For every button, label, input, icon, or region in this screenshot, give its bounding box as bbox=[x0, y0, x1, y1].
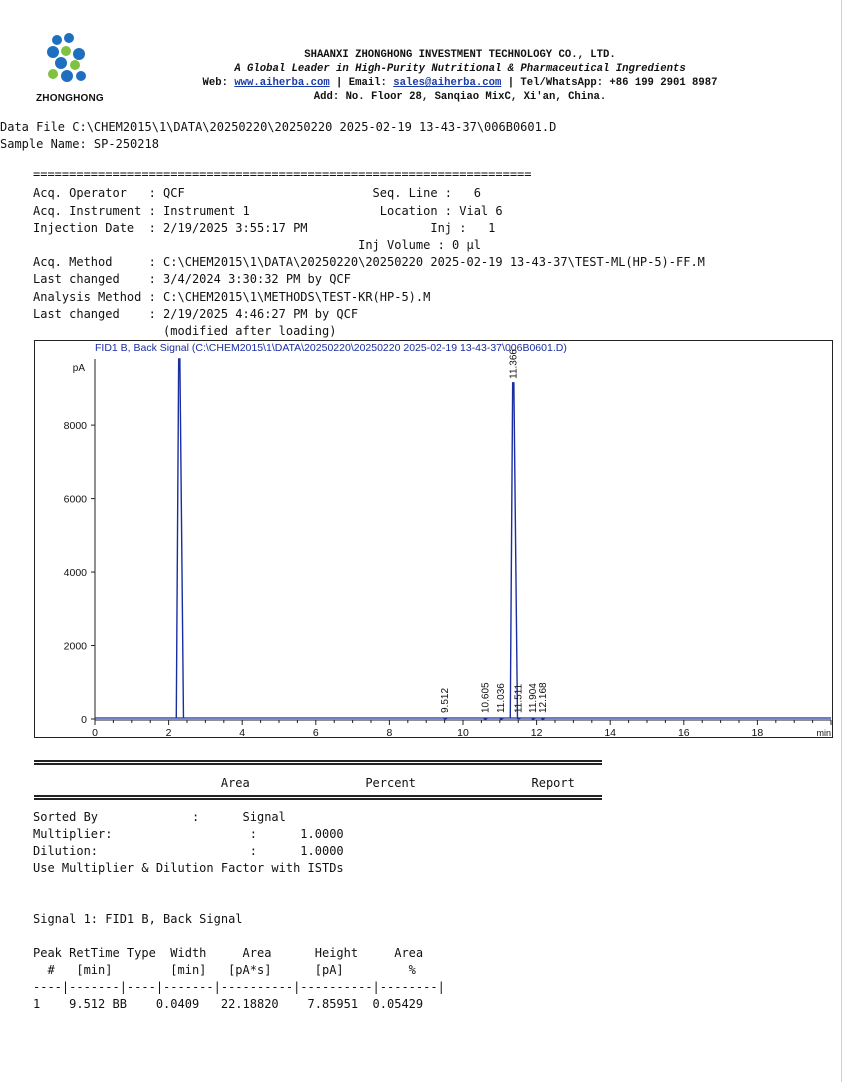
peak-label: 11.366 bbox=[508, 349, 519, 379]
chromatogram-peak bbox=[540, 717, 546, 720]
chromatogram-peak bbox=[531, 717, 536, 720]
contact-line: Web: www.aiherba.com | Email: sales@aihe… bbox=[202, 77, 718, 89]
peak-label: 12.168 bbox=[538, 682, 549, 713]
column-rule: ----|-------|----|-------|----------|---… bbox=[33, 980, 445, 994]
sample-name: Sample Name: SP-250218 bbox=[0, 137, 159, 151]
x-tick-label: 4 bbox=[239, 727, 245, 737]
peak-label: 9.512 bbox=[440, 688, 451, 713]
chromatogram-peak bbox=[499, 717, 504, 720]
peak-label: 11.036 bbox=[496, 683, 507, 713]
chromatogram-peak bbox=[483, 717, 488, 720]
chromatogram-peak bbox=[509, 382, 519, 719]
report-rule-bottom bbox=[34, 795, 602, 800]
y-axis-label: pA bbox=[73, 363, 86, 374]
chromatogram-peak bbox=[175, 358, 185, 719]
multiplier: Multiplier: : 1.0000 bbox=[33, 827, 344, 841]
address: Add: No. Floor 28, Sanqiao MixC, Xi'an, … bbox=[313, 91, 607, 103]
x-tick-label: 2 bbox=[166, 727, 172, 737]
analysis-method: Analysis Method : C:\CHEM2015\1\METHODS\… bbox=[33, 290, 431, 304]
modified-note: (modified after loading) bbox=[33, 324, 337, 338]
chromatogram-peak bbox=[516, 717, 521, 720]
x-tick-label: 16 bbox=[678, 727, 690, 737]
x-axis-label: min bbox=[816, 728, 831, 737]
x-tick-label: 6 bbox=[313, 727, 319, 737]
web-link[interactable]: www.aiherba.com bbox=[234, 77, 329, 89]
y-tick-label: 6000 bbox=[64, 494, 88, 506]
chromatogram-peak bbox=[443, 717, 448, 720]
chromatogram-plot: 0 2000 4000 6000 8000 pA 0 2 4 6 8 10 12 14 16 18 min 9.5… bbox=[64, 349, 832, 737]
tagline: A Global Leader in High-Purity Nutrition… bbox=[234, 63, 686, 75]
x-tick-label: 0 bbox=[92, 727, 98, 737]
signal-label: Signal 1: FID1 B, Back Signal bbox=[33, 912, 243, 926]
acq-operator: Acq. Operator : QCF Seq. Line : 6 bbox=[33, 186, 481, 200]
x-tick-label: 8 bbox=[386, 727, 392, 737]
separator-top: ========================================… bbox=[33, 167, 532, 181]
last-changed-1: Last changed : 3/4/2024 3:30:32 PM by QC… bbox=[33, 272, 351, 286]
y-tick-label: 0 bbox=[81, 714, 87, 726]
y-tick-label: 8000 bbox=[64, 420, 88, 432]
report-title: Area Percent Report bbox=[33, 776, 575, 790]
peak-label: 11.511 bbox=[514, 683, 525, 713]
acq-method: Acq. Method : C:\CHEM2015\1\DATA\2025022… bbox=[33, 255, 705, 269]
x-tick-label: 18 bbox=[752, 727, 764, 737]
y-tick-label: 4000 bbox=[64, 567, 88, 579]
dilution: Dilution: : 1.0000 bbox=[33, 844, 344, 858]
chromatogram: FID1 B, Back Signal (C:\CHEM2015\1\DATA\… bbox=[34, 340, 833, 738]
acq-instrument: Acq. Instrument : Instrument 1 Location … bbox=[33, 204, 503, 218]
column-header-1: Peak RetTime Type Width Area Height Area bbox=[33, 946, 424, 960]
logo-text: ZHONGHONG bbox=[36, 93, 104, 104]
y-tick-label: 2000 bbox=[64, 641, 88, 653]
x-tick-label: 14 bbox=[604, 727, 616, 737]
last-changed-2: Last changed : 2/19/2025 4:46:27 PM by Q… bbox=[33, 307, 359, 321]
use-multiplier-line: Use Multiplier & Dilution Factor with IS… bbox=[33, 861, 344, 875]
data-file: Data File C:\CHEM2015\1\DATA\20250220\20… bbox=[0, 120, 557, 134]
inj-volume: Inj Volume : 0 µl bbox=[33, 238, 481, 252]
report-rule-top bbox=[34, 760, 602, 765]
column-header-2: # [min] [min] [pA*s] [pA] % bbox=[33, 963, 416, 977]
sorted-by: Sorted By : Signal bbox=[33, 810, 286, 824]
x-tick-label: 12 bbox=[531, 727, 543, 737]
table-row: 1 9.512 BB 0.0409 22.18820 7.85951 0.054… bbox=[33, 997, 424, 1011]
x-tick-label: 10 bbox=[457, 727, 469, 737]
email-link[interactable]: sales@aiherba.com bbox=[393, 77, 501, 89]
company-name: SHAANXI ZHONGHONG INVESTMENT TECHNOLOGY … bbox=[304, 49, 616, 61]
peak-table: 1 9.512 BB 0.0409 22.18820 7.85951 0.054… bbox=[33, 997, 423, 1011]
peak-label: 10.605 bbox=[480, 682, 491, 713]
injection-date: Injection Date : 2/19/2025 3:55:17 PM In… bbox=[33, 221, 496, 235]
